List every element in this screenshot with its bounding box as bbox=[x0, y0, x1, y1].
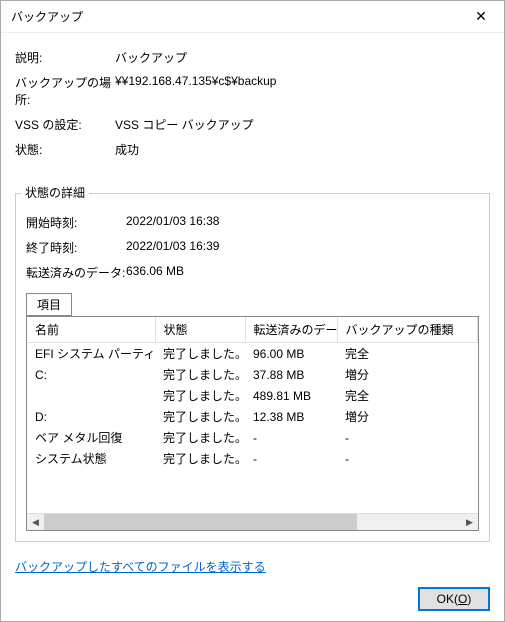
cell-type: - bbox=[337, 448, 478, 469]
details-summary: 開始時刻: 2022/01/03 16:38 終了時刻: 2022/01/03 … bbox=[26, 210, 479, 285]
table-row[interactable]: 完了しました。489.81 MB完全 bbox=[27, 385, 478, 406]
vss-value: VSS コピー バックアップ bbox=[115, 112, 490, 137]
details-group: 状態の詳細 開始時刻: 2022/01/03 16:38 終了時刻: 2022/… bbox=[15, 176, 490, 542]
cell-status: 完了しました。 bbox=[155, 406, 245, 427]
button-row: OK(O) bbox=[15, 587, 490, 611]
cell-name: D: bbox=[27, 406, 155, 427]
col-header-status[interactable]: 状態 bbox=[155, 317, 245, 343]
start-label: 開始時刻: bbox=[26, 210, 126, 235]
col-header-type[interactable]: バックアップの種類 bbox=[337, 317, 478, 343]
transferred-label: 転送済みのデータ: bbox=[26, 260, 126, 285]
cell-status: 完了しました。 bbox=[155, 364, 245, 385]
cell-type: 完全 bbox=[337, 385, 478, 406]
cell-data: - bbox=[245, 448, 337, 469]
close-button[interactable]: ✕ bbox=[458, 1, 504, 33]
tab-items[interactable]: 項目 bbox=[26, 293, 72, 316]
dialog-window: バックアップ ✕ 説明: バックアップ バックアップの場所: ¥¥192.168… bbox=[0, 0, 505, 622]
cell-name: EFI システム パーティション bbox=[27, 343, 155, 365]
desc-label: 説明: bbox=[15, 45, 115, 70]
details-group-box: 開始時刻: 2022/01/03 16:38 終了時刻: 2022/01/03 … bbox=[15, 193, 490, 542]
cell-name: ベア メタル回復 bbox=[27, 427, 155, 448]
cell-type: 増分 bbox=[337, 406, 478, 427]
table-row[interactable]: システム状態完了しました。-- bbox=[27, 448, 478, 469]
cell-data: 96.00 MB bbox=[245, 343, 337, 365]
end-value: 2022/01/03 16:39 bbox=[126, 235, 479, 260]
link-row: バックアップしたすべてのファイルを表示する bbox=[15, 558, 490, 575]
col-header-data[interactable]: 転送済みのデータ bbox=[245, 317, 337, 343]
items-table: 名前 状態 転送済みのデータ バックアップの種類 EFI システム パーティショ… bbox=[27, 317, 478, 469]
table-row[interactable]: EFI システム パーティション完了しました。96.00 MB完全 bbox=[27, 343, 478, 365]
cell-status: 完了しました。 bbox=[155, 427, 245, 448]
cell-name bbox=[27, 385, 155, 406]
scroll-left-button[interactable]: ◀ bbox=[27, 514, 44, 530]
cell-type: - bbox=[337, 427, 478, 448]
col-header-name[interactable]: 名前 bbox=[27, 317, 155, 343]
cell-name: C: bbox=[27, 364, 155, 385]
summary-table: 説明: バックアップ バックアップの場所: ¥¥192.168.47.135¥c… bbox=[15, 45, 490, 162]
location-value: ¥¥192.168.47.135¥c$¥backup bbox=[115, 70, 490, 112]
cell-status: 完了しました。 bbox=[155, 343, 245, 365]
cell-data: 12.38 MB bbox=[245, 406, 337, 427]
end-label: 終了時刻: bbox=[26, 235, 126, 260]
cell-status: 完了しました。 bbox=[155, 385, 245, 406]
scroll-track[interactable] bbox=[44, 514, 461, 530]
location-label: バックアップの場所: bbox=[15, 70, 115, 112]
cell-status: 完了しました。 bbox=[155, 448, 245, 469]
scroll-right-button[interactable]: ▶ bbox=[461, 514, 478, 530]
start-value: 2022/01/03 16:38 bbox=[126, 210, 479, 235]
vss-label: VSS の設定: bbox=[15, 112, 115, 137]
status-label: 状態: bbox=[15, 137, 115, 162]
cell-data: - bbox=[245, 427, 337, 448]
show-all-files-link[interactable]: バックアップしたすべてのファイルを表示する bbox=[15, 560, 266, 574]
table-row[interactable]: D:完了しました。12.38 MB増分 bbox=[27, 406, 478, 427]
titlebar: バックアップ ✕ bbox=[1, 1, 504, 33]
window-title: バックアップ bbox=[11, 8, 458, 25]
cell-type: 増分 bbox=[337, 364, 478, 385]
desc-value: バックアップ bbox=[115, 45, 490, 70]
cell-type: 完全 bbox=[337, 343, 478, 365]
ok-button[interactable]: OK(O) bbox=[418, 587, 490, 611]
cell-name: システム状態 bbox=[27, 448, 155, 469]
cell-data: 489.81 MB bbox=[245, 385, 337, 406]
details-group-label: 状態の詳細 bbox=[21, 184, 89, 201]
table-row[interactable]: C:完了しました。37.88 MB増分 bbox=[27, 364, 478, 385]
status-value: 成功 bbox=[115, 137, 490, 162]
close-icon: ✕ bbox=[475, 8, 487, 25]
transferred-value: 636.06 MB bbox=[126, 260, 479, 285]
ok-button-label: OK(O) bbox=[437, 592, 472, 606]
scroll-thumb[interactable] bbox=[44, 514, 357, 530]
table-row[interactable]: ベア メタル回復完了しました。-- bbox=[27, 427, 478, 448]
cell-data: 37.88 MB bbox=[245, 364, 337, 385]
horizontal-scrollbar[interactable]: ◀ ▶ bbox=[27, 513, 478, 530]
items-table-container: 名前 状態 転送済みのデータ バックアップの種類 EFI システム パーティショ… bbox=[26, 316, 479, 531]
content-area: 説明: バックアップ バックアップの場所: ¥¥192.168.47.135¥c… bbox=[1, 33, 504, 621]
